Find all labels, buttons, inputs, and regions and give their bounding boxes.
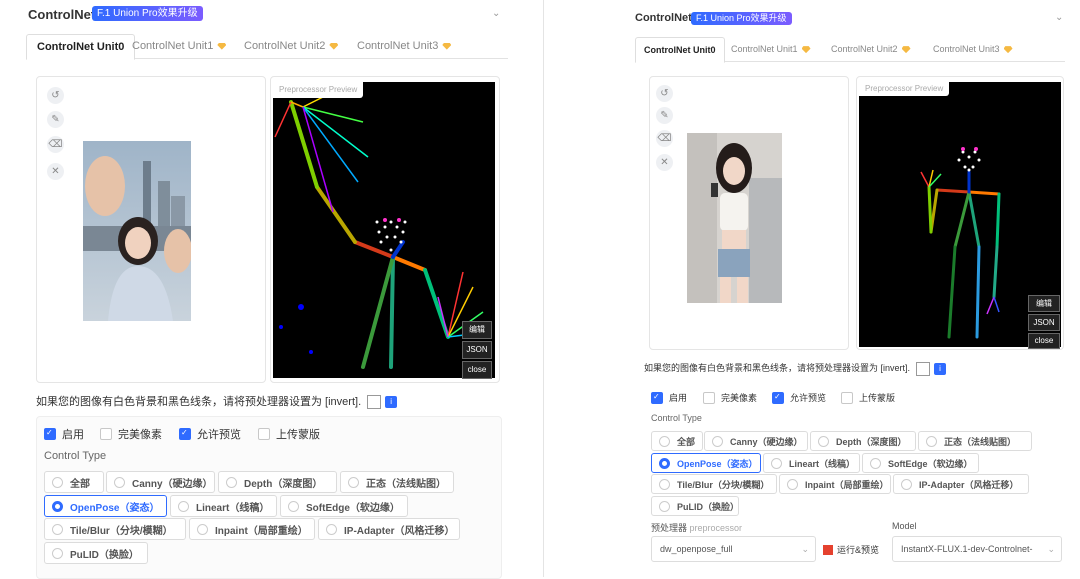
control-type-label: Control Type — [651, 413, 702, 423]
preprocessor-preview-area: Preprocessor Preview 编辑 JSON close — [856, 76, 1064, 350]
tab-unit0[interactable]: ControlNet Unit0 — [26, 34, 136, 60]
control-type-canny[interactable]: Canny（硬边缘） — [106, 471, 215, 493]
json-button[interactable]: JSON — [462, 341, 492, 359]
json-button[interactable]: JSON — [1028, 314, 1060, 331]
invert-hint: 如果您的图像有白色背景和黑色线条，请将预处理器设置为 [invert]. i — [644, 361, 947, 376]
chevron-down-icon[interactable]: ⌄ — [1055, 12, 1063, 23]
gem-icon — [442, 42, 452, 50]
gem-icon — [329, 42, 339, 50]
run-icon — [823, 544, 833, 555]
chevron-down-icon: ⌄ — [801, 543, 809, 554]
run-preview-button[interactable]: 运行&预览 — [823, 543, 879, 556]
control-type-pulid[interactable]: PuLID（换脸） — [44, 542, 148, 564]
control-type-all[interactable]: 全部 — [44, 471, 104, 493]
close-icon[interactable]: ✕ — [656, 154, 673, 171]
input-photo-graphic — [687, 133, 782, 303]
controlnet-panel-right: ControlNet F.1 Union Pro效果升级 ⌄ ControlNe… — [625, 0, 1075, 577]
tab-unit3[interactable]: ControlNet Unit3 — [933, 37, 1013, 61]
input-image-area[interactable]: ↺ ✎ ⌫ ✕ — [649, 76, 849, 350]
note-icon[interactable] — [367, 395, 382, 410]
control-type-pulid[interactable]: PuLID（换脸） — [651, 496, 739, 516]
control-type-openpose[interactable]: OpenPose（姿态） — [651, 453, 761, 473]
panel-title: ControlNet — [635, 12, 692, 24]
panel-title: ControlNet — [28, 7, 96, 22]
tab-unit2[interactable]: ControlNet Unit2 — [831, 37, 911, 61]
control-type-softedge[interactable]: SoftEdge（软边缘） — [280, 495, 408, 517]
control-type-normal[interactable]: 正态（法线贴图） — [340, 471, 454, 493]
invert-hint: 如果您的图像有白色背景和黑色线条，请将预处理器设置为 [invert]. i — [36, 393, 398, 410]
gem-icon — [901, 46, 911, 54]
eraser-icon[interactable]: ⌫ — [656, 130, 673, 147]
close-icon[interactable]: ✕ — [47, 163, 64, 180]
control-type-depth[interactable]: Depth（深度图） — [810, 431, 916, 451]
control-type-canny[interactable]: Canny（硬边缘） — [704, 431, 808, 451]
tab-unit2[interactable]: ControlNet Unit2 — [244, 34, 339, 58]
preprocessor-label: 预处理器 preprocessor — [651, 523, 743, 533]
gem-icon — [217, 42, 227, 50]
control-type-inpaint[interactable]: Inpaint（局部重绘） — [189, 518, 315, 540]
tab-unit1[interactable]: ControlNet Unit1 — [731, 37, 811, 61]
preprocessor-select[interactable]: dw_openpose_full ⌄ — [651, 536, 816, 562]
control-type-softedge[interactable]: SoftEdge（软边缘） — [862, 453, 979, 473]
input-image-area[interactable]: ↺ ✎ ⌫ ✕ — [36, 76, 266, 383]
model-label: Model — [892, 521, 917, 531]
info-icon[interactable]: i — [934, 362, 947, 375]
checkbox-allow-preview[interactable]: 允许预览 — [772, 391, 826, 404]
checkbox-upload-mask[interactable]: 上传蒙版 — [258, 426, 320, 442]
control-type-label: Control Type — [44, 450, 107, 462]
edit-button[interactable]: 编辑 — [1028, 295, 1060, 312]
checkbox-enable[interactable]: 启用 — [44, 426, 84, 442]
close-preview-button[interactable]: close — [1028, 333, 1060, 349]
control-type-tile[interactable]: Tile/Blur（分块/模糊） — [651, 474, 777, 494]
preprocessor-preview-area: Preprocessor Preview 编辑 JSON close — [270, 76, 500, 383]
checkbox-pixel-perfect[interactable]: 完美像素 — [703, 391, 757, 404]
controlnet-panel-left: ControlNet F.1 Union Pro效果升级 ⌄ ControlNe… — [18, 0, 518, 579]
control-type-all[interactable]: 全部 — [651, 431, 703, 451]
upgrade-badge[interactable]: F.1 Union Pro效果升级 — [691, 12, 792, 25]
control-type-inpaint[interactable]: Inpaint（局部重绘） — [779, 474, 891, 494]
close-preview-button[interactable]: close — [462, 361, 492, 379]
checkbox-allow-preview[interactable]: 允许预览 — [179, 426, 241, 442]
input-photo — [83, 141, 191, 321]
info-icon[interactable]: i — [385, 396, 398, 409]
control-type-normal[interactable]: 正态（法线贴图） — [918, 431, 1032, 451]
model-select[interactable]: InstantX-FLUX.1-dev-Controlnet- ⌄ — [892, 536, 1062, 562]
control-type-lineart[interactable]: Lineart（线稿） — [170, 495, 277, 517]
note-icon[interactable] — [916, 361, 931, 376]
tab-unit3[interactable]: ControlNet Unit3 — [357, 34, 452, 58]
control-type-tile[interactable]: Tile/Blur（分块/模糊） — [44, 518, 186, 540]
input-photo — [687, 133, 782, 303]
preview-label: Preprocessor Preview — [273, 82, 364, 98]
control-type-openpose[interactable]: OpenPose（姿态） — [44, 495, 167, 517]
gem-icon — [801, 46, 811, 54]
undo-icon[interactable]: ↺ — [656, 85, 673, 102]
tab-unit1[interactable]: ControlNet Unit1 — [132, 34, 227, 58]
input-photo-graphic — [83, 141, 191, 321]
pencil-icon[interactable]: ✎ — [656, 107, 673, 124]
pencil-icon[interactable]: ✎ — [47, 111, 64, 128]
chevron-down-icon[interactable]: ⌄ — [492, 8, 500, 19]
undo-icon[interactable]: ↺ — [47, 87, 64, 104]
control-type-lineart[interactable]: Lineart（线稿） — [763, 453, 860, 473]
edit-button[interactable]: 编辑 — [462, 321, 492, 339]
eraser-icon[interactable]: ⌫ — [47, 136, 64, 153]
control-type-ipadapter[interactable]: IP-Adapter（风格迁移） — [318, 518, 460, 540]
checkbox-pixel-perfect[interactable]: 完美像素 — [100, 426, 162, 442]
upgrade-badge[interactable]: F.1 Union Pro效果升级 — [92, 6, 203, 21]
gem-icon — [1003, 46, 1013, 54]
chevron-down-icon: ⌄ — [1047, 543, 1055, 554]
control-type-ipadapter[interactable]: IP-Adapter（风格迁移） — [893, 474, 1029, 494]
control-type-depth[interactable]: Depth（深度图） — [218, 471, 337, 493]
tab-unit0[interactable]: ControlNet Unit0 — [635, 37, 725, 63]
checkbox-enable[interactable]: 启用 — [651, 391, 687, 404]
preview-label: Preprocessor Preview — [859, 82, 950, 96]
panel-divider — [543, 0, 544, 577]
checkbox-upload-mask[interactable]: 上传蒙版 — [841, 391, 895, 404]
